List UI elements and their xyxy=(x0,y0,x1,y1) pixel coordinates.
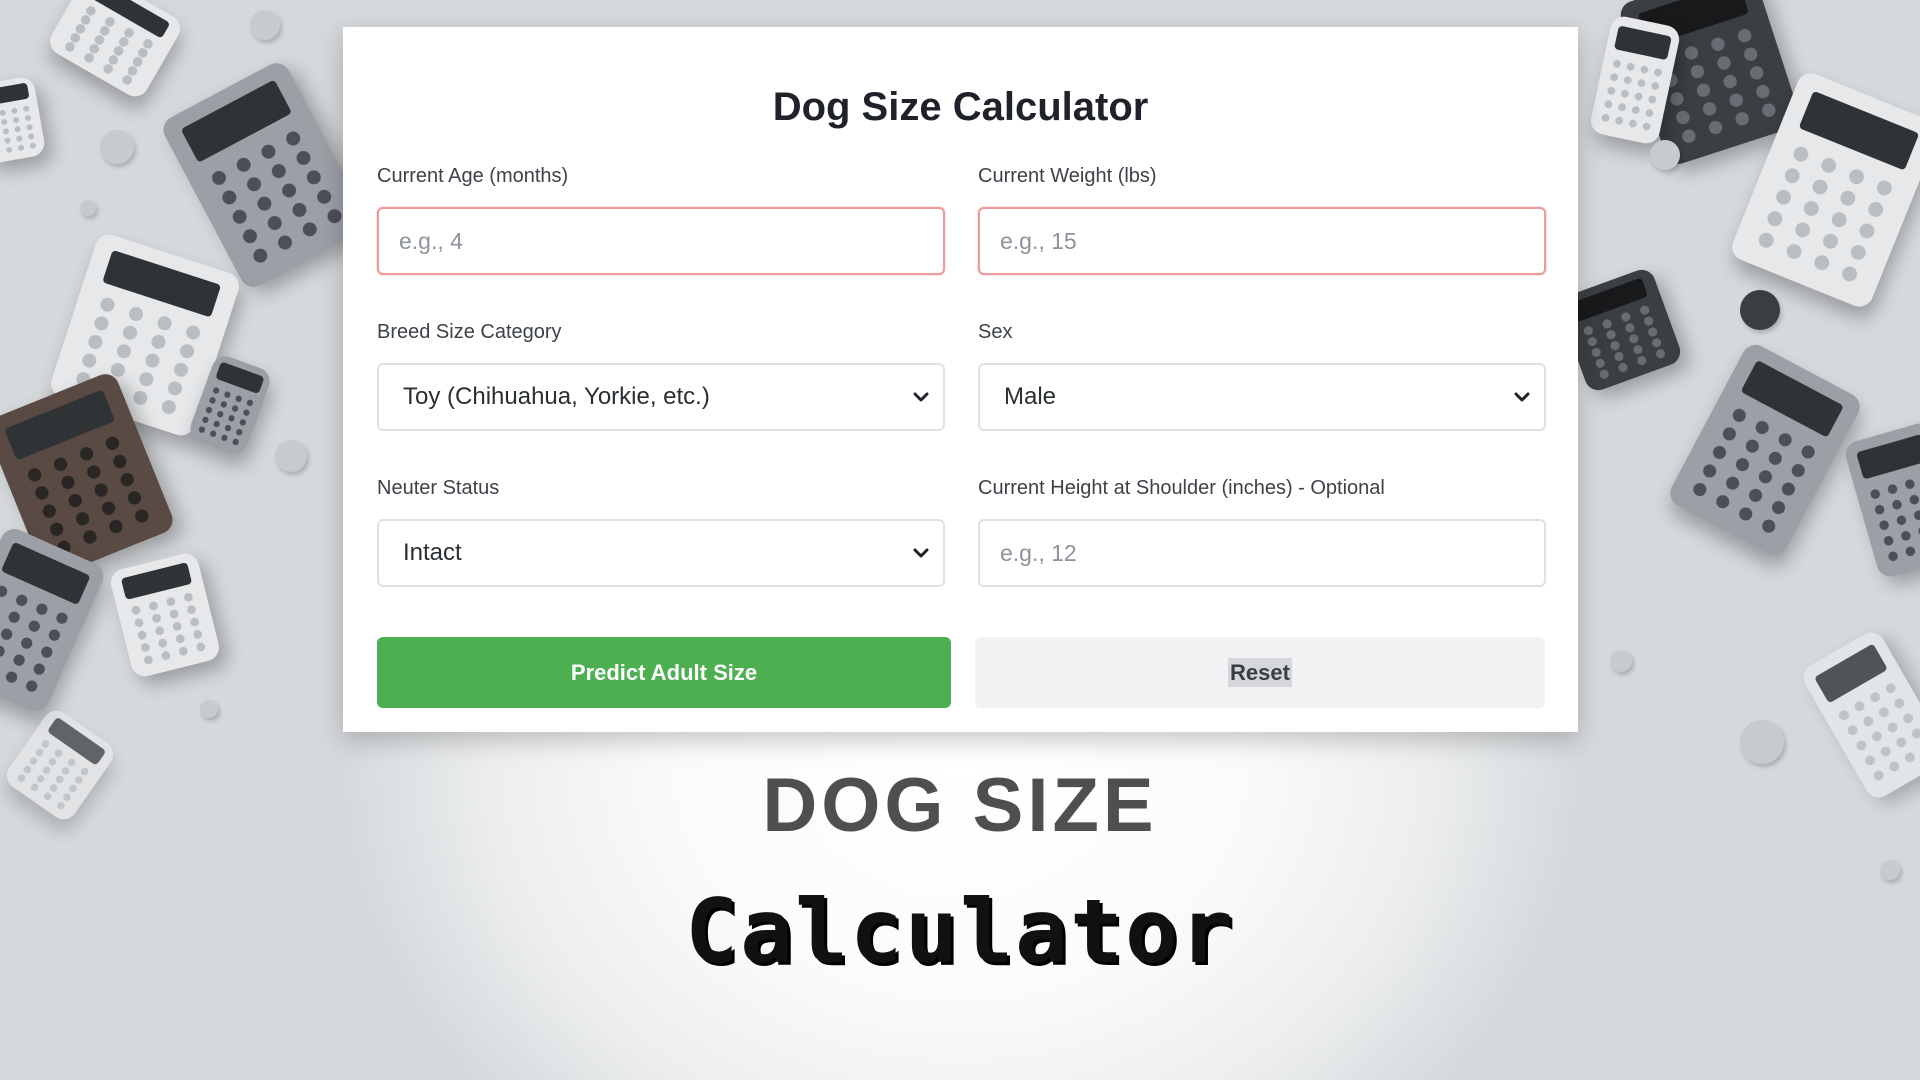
age-label: Current Age (months) xyxy=(377,165,569,187)
calculator-icon xyxy=(108,550,222,680)
card-title: Dog Size Calculator xyxy=(772,85,1149,129)
neuter-label: Neuter Status xyxy=(377,477,500,499)
headline-line1: DOG SIZE xyxy=(762,763,1158,848)
chevron-down-icon xyxy=(913,392,929,402)
calculator-icon xyxy=(0,75,47,165)
breed-size-label: Breed Size Category xyxy=(377,321,562,343)
age-input[interactable] xyxy=(377,207,945,275)
neuter-value: Intact xyxy=(403,539,462,566)
decor-dot xyxy=(1650,140,1680,170)
predict-button[interactable]: Predict Adult Size xyxy=(377,637,951,708)
calculator-icon xyxy=(1842,420,1920,580)
calculator-icon xyxy=(1665,340,1865,560)
weight-label: Current Weight (lbs) xyxy=(978,165,1157,187)
height-input[interactable] xyxy=(978,519,1546,587)
calculator-card: Dog Size Calculator Current Age (months)… xyxy=(343,27,1578,732)
sex-select[interactable]: Male xyxy=(978,363,1546,431)
sex-value: Male xyxy=(1004,383,1057,410)
decor-dot xyxy=(1880,860,1900,880)
breed-size-value: Toy (Chihuahua, Yorkie, etc.) xyxy=(403,383,710,410)
decor-dot xyxy=(1610,650,1632,672)
sex-label: Sex xyxy=(978,321,1013,343)
calculator-icon xyxy=(44,0,186,102)
decor-dot xyxy=(1740,720,1784,764)
neuter-select[interactable]: Intact xyxy=(377,519,945,587)
reset-button[interactable]: Reset xyxy=(975,637,1545,708)
chevron-down-icon xyxy=(913,548,929,558)
headline-line2: Calculator xyxy=(685,880,1235,983)
breed-size-select[interactable]: Toy (Chihuahua, Yorkie, etc.) xyxy=(377,363,945,431)
decor-dot xyxy=(275,440,307,472)
decor-dot xyxy=(200,700,218,718)
calculator-icon xyxy=(158,58,372,292)
chevron-down-icon xyxy=(1514,392,1530,402)
decor-dot xyxy=(100,130,134,164)
decor-dot xyxy=(250,10,280,40)
weight-input[interactable] xyxy=(978,207,1546,275)
reset-button-label: Reset xyxy=(1228,657,1292,687)
decor-dot xyxy=(1740,290,1780,330)
height-label: Current Height at Shoulder (inches) - Op… xyxy=(978,477,1385,499)
decor-dot xyxy=(80,200,96,216)
